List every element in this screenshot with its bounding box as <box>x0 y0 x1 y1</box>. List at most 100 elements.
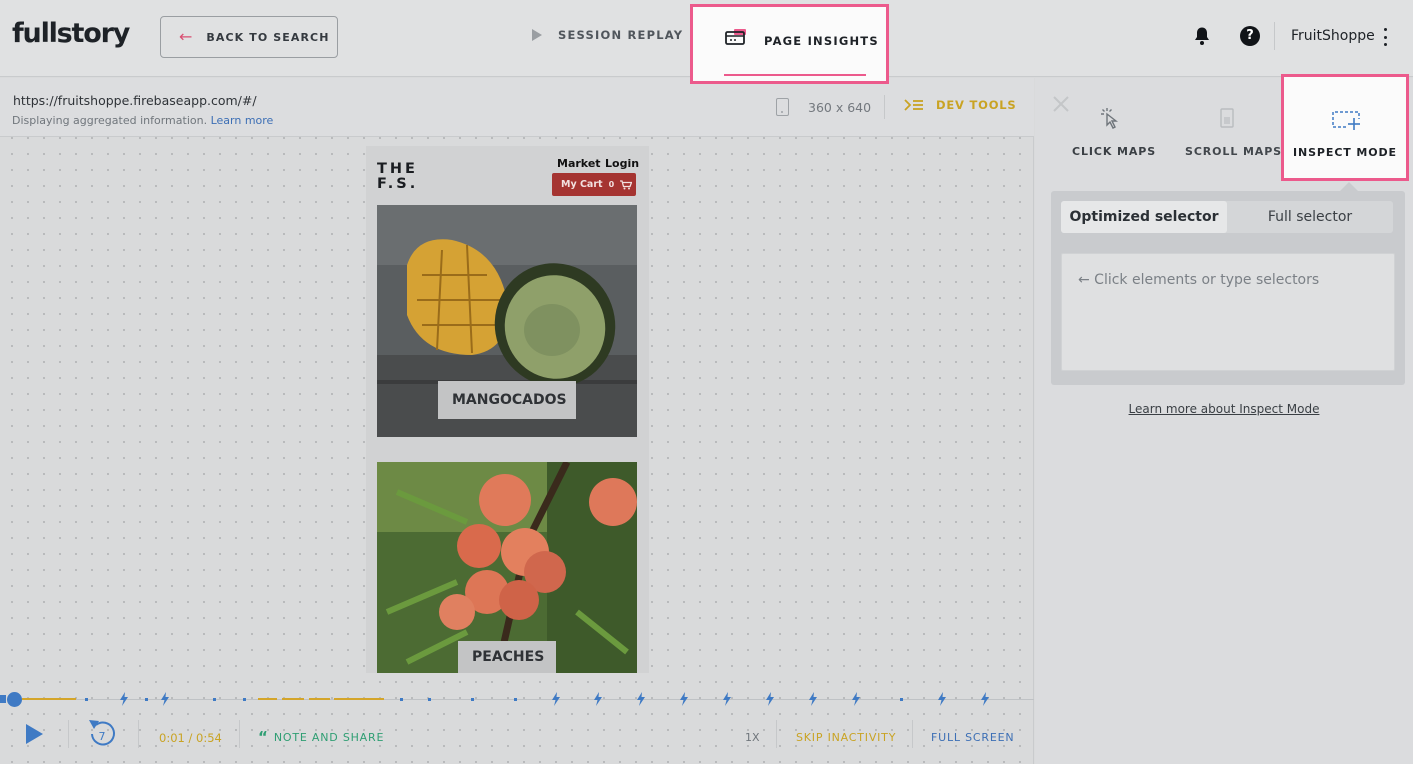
nav-market-link[interactable]: Market <box>557 157 601 170</box>
product-name-mangocados: MANGOCADOS <box>438 381 576 419</box>
timeline-activity-segment <box>334 698 384 700</box>
click-maps-icon <box>1101 108 1119 129</box>
playhead-handle[interactable] <box>7 692 22 707</box>
help-icon[interactable]: ? <box>1240 26 1260 46</box>
divider <box>68 720 69 748</box>
error-bolt-icon[interactable] <box>551 692 561 706</box>
note-and-share-button[interactable]: “ NOTE AND SHARE <box>258 728 385 746</box>
full-selector-tab[interactable]: Full selector <box>1227 201 1393 233</box>
mobile-device-icon <box>776 98 789 116</box>
selector-type-toggle: Optimized selector Full selector <box>1061 201 1393 233</box>
session-timeline[interactable] <box>0 690 1034 710</box>
nav-login-link[interactable]: Login <box>605 157 639 170</box>
close-icon[interactable] <box>1051 94 1071 114</box>
play-button[interactable] <box>26 724 43 744</box>
quote-icon: “ <box>258 728 268 746</box>
optimized-selector-tab[interactable]: Optimized selector <box>1061 201 1227 233</box>
error-bolt-icon[interactable] <box>636 692 646 706</box>
playback-controls: 7 0:01 / 0:54 “ NOTE AND SHARE 1X SKIP I… <box>0 712 1034 764</box>
error-bolt-icon[interactable] <box>937 692 947 706</box>
tab-session-replay-label: SESSION REPLAY <box>558 28 684 42</box>
divider <box>138 720 139 748</box>
timeline-activity-segment <box>309 698 330 700</box>
note-and-share-label: NOTE AND SHARE <box>273 731 385 744</box>
back-to-search-button[interactable]: ← BACK TO SEARCH <box>160 16 338 58</box>
timeline-event-dot[interactable] <box>243 698 246 701</box>
cart-count: 0 <box>608 180 615 189</box>
mode-inspect-mode[interactable]: INSPECT MODE <box>1281 74 1409 181</box>
inspect-card: Optimized selector Full selector <box>1051 191 1405 385</box>
product-card-mangocados[interactable]: MANGOCADOS <box>377 205 637 437</box>
page-insights-icon <box>725 29 746 45</box>
error-bolt-icon[interactable] <box>593 692 603 706</box>
playback-speed[interactable]: 1X <box>745 731 760 744</box>
dev-tools-button[interactable]: DEV TOOLS <box>904 98 1017 112</box>
skip-inactivity-toggle[interactable]: SKIP INACTIVITY <box>796 731 896 744</box>
site-logo[interactable]: THE F.S. <box>377 162 418 192</box>
timeline-event-dot[interactable] <box>400 698 403 701</box>
account-name[interactable]: FruitShoppe <box>1291 28 1375 44</box>
dev-tools-label: DEV TOOLS <box>936 98 1017 112</box>
tab-session-replay[interactable]: SESSION REPLAY <box>532 28 683 42</box>
timeline-start-marker <box>0 695 6 703</box>
site-logo-line2: F.S. <box>377 176 419 192</box>
click-maps-label: CLICK MAPS <box>1072 145 1157 158</box>
error-bolt-icon[interactable] <box>119 692 129 706</box>
selector-input[interactable] <box>1061 253 1395 371</box>
inspect-mode-label: INSPECT MODE <box>1293 146 1397 159</box>
replay-canvas: https://fruitshoppe.firebaseapp.com/#/ D… <box>0 78 1034 764</box>
error-bolt-icon[interactable] <box>808 692 818 706</box>
mode-click-maps[interactable]: CLICK MAPS <box>1072 106 1157 158</box>
timeline-event-dot[interactable] <box>85 698 88 701</box>
tab-page-insights[interactable]: PAGE INSIGHTS <box>690 4 889 84</box>
active-tab-underline <box>724 74 866 76</box>
tab-page-insights-label: PAGE INSIGHTS <box>764 34 879 48</box>
rewind-seconds: 7 <box>99 730 106 743</box>
mobile-page-preview[interactable]: THE F.S. Market Login My Cart 0 MANGOCAD <box>366 146 649 673</box>
url-bar: https://fruitshoppe.firebaseapp.com/#/ D… <box>0 78 1034 137</box>
divider <box>912 720 913 748</box>
notifications-bell-icon[interactable] <box>1193 26 1211 46</box>
full-screen-button[interactable]: FULL SCREEN <box>931 731 1014 744</box>
error-bolt-icon[interactable] <box>679 692 689 706</box>
site-logo-line1: THE <box>377 161 418 177</box>
error-bolt-icon[interactable] <box>765 692 775 706</box>
inspect-mode-icon <box>1332 111 1360 130</box>
error-bolt-icon[interactable] <box>160 692 170 706</box>
product-card-peaches[interactable]: PEACHES <box>377 462 637 673</box>
mode-scroll-maps[interactable]: SCROLL MAPS <box>1185 106 1283 158</box>
more-options-icon[interactable] <box>1378 27 1392 47</box>
callout-pointer <box>1340 182 1358 191</box>
timeline-event-dot[interactable] <box>428 698 431 701</box>
divider <box>776 720 777 748</box>
page-url: https://fruitshoppe.firebaseapp.com/#/ <box>13 93 257 108</box>
timeline-activity-segment <box>282 698 304 700</box>
playback-time: 0:01 / 0:54 <box>159 731 222 745</box>
timeline-event-dot[interactable] <box>471 698 474 701</box>
back-to-search-label: BACK TO SEARCH <box>206 30 330 44</box>
rewind-icon: 7 <box>89 720 115 746</box>
arrow-left-icon: ← <box>179 27 193 46</box>
product-name-peaches: PEACHES <box>458 641 556 673</box>
scroll-maps-icon <box>1220 108 1234 128</box>
play-icon <box>532 29 542 41</box>
aggregated-info-text: Displaying aggregated information. <box>12 114 208 127</box>
error-bolt-icon[interactable] <box>722 692 732 706</box>
my-cart-button[interactable]: My Cart 0 <box>552 173 636 196</box>
learn-more-inspect-link[interactable]: Learn more about Inspect Mode <box>1035 402 1413 416</box>
learn-more-link[interactable]: Learn more <box>211 114 274 127</box>
error-bolt-icon[interactable] <box>980 692 990 706</box>
rewind-button[interactable]: 7 <box>86 716 118 748</box>
timeline-event-dot[interactable] <box>514 698 517 701</box>
cart-label: My Cart <box>561 179 603 190</box>
divider <box>884 95 885 119</box>
dev-tools-icon <box>904 99 923 111</box>
error-bolt-icon[interactable] <box>851 692 861 706</box>
timeline-event-dot[interactable] <box>145 698 148 701</box>
timeline-activity-segment <box>22 698 76 700</box>
timeline-event-dot[interactable] <box>900 698 903 701</box>
scroll-maps-label: SCROLL MAPS <box>1185 145 1283 158</box>
fullstory-logo[interactable]: fullstory <box>12 18 130 49</box>
timeline-activity-segment <box>258 698 277 700</box>
timeline-event-dot[interactable] <box>213 698 216 701</box>
